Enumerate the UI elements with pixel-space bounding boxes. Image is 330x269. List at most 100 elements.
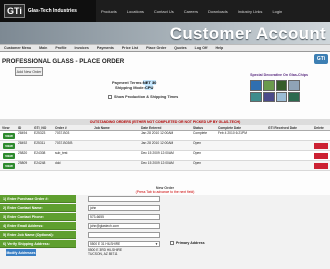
col-date-entered: Date Entered	[141, 125, 162, 130]
table-row: VIEW 28492 E25311 7037-B03/B Jan 28 2010…	[0, 141, 330, 151]
cell-order: 7037-B03	[55, 131, 70, 135]
glass-chip-swatch[interactable]	[275, 80, 288, 91]
menu-log-off[interactable]: Log Off	[191, 46, 212, 50]
delete-order-button[interactable]	[314, 163, 328, 169]
shipping-address-value: 5500 E 31 HILSHIRE	[90, 242, 121, 246]
glass-chip-swatch[interactable]	[250, 91, 262, 102]
page-title: PROFESSIONAL GLASS - PLACE ORDER	[2, 58, 125, 65]
account-banner: Customer Account	[0, 22, 330, 44]
new-order-heading: New Order (Press Tab to advance to the n…	[0, 186, 330, 194]
add-new-order-button[interactable]: Add New Order	[15, 67, 43, 76]
cell-date-entered: Jan 28 2010 12:00AM	[141, 131, 174, 135]
gti-badge: GTi	[314, 54, 328, 64]
contact-phone-label: 3) Enter Contact Phone:	[0, 213, 76, 221]
cell-id: 28494	[18, 131, 28, 135]
modify-addresses-button[interactable]: Modify Addresses	[6, 249, 36, 256]
orders-table-body: VIEW 28494 E25323 7037-B03 Jan 28 2010 1…	[0, 131, 330, 171]
purchase-order-label: 1) Enter Purchase Order #:	[0, 195, 76, 203]
col-view: View	[2, 125, 10, 130]
col-status: Status	[193, 125, 204, 130]
company-logo[interactable]: GTi Glas-Tech Industries	[0, 0, 96, 22]
menu-customer-menu: Customer Menu	[4, 46, 32, 50]
banner-title: Customer Account	[169, 24, 326, 43]
contact-name-input[interactable]: john	[88, 205, 160, 211]
glass-chip-swatch[interactable]	[250, 80, 262, 91]
menu-place-order[interactable]: Place Order	[142, 46, 170, 50]
show-production-checkbox[interactable]	[108, 95, 112, 99]
col-order: Order #	[55, 125, 67, 130]
glass-chip-swatch[interactable]	[262, 91, 275, 102]
cell-id: 28492	[18, 141, 28, 145]
delete-order-button[interactable]	[314, 143, 328, 149]
shipping-mode-value: CPU	[144, 84, 154, 90]
special-decorative-label[interactable]: Special Decorative On Glas-Chips	[250, 73, 308, 77]
cell-status: Open	[193, 141, 202, 145]
contact-phone-input[interactable]: 573-6655	[88, 214, 160, 220]
form-row-contact-name: 2) Enter Contact Name: john	[0, 204, 330, 212]
menu-profile[interactable]: Profile	[51, 46, 70, 50]
primary-address-label: Primary Address	[176, 241, 205, 245]
shipping-address-select[interactable]: 5500 E 31 HILSHIRE ▼	[88, 241, 160, 247]
address-line-2: TUCSON, AZ 85711	[88, 251, 118, 256]
job-name-input[interactable]	[88, 232, 160, 238]
nav-products[interactable]: Products	[96, 9, 122, 14]
nav-locations[interactable]: Locations	[122, 9, 149, 14]
cell-order: ddd	[55, 161, 61, 165]
nav-careers[interactable]: Careers	[179, 9, 203, 14]
menu-main[interactable]: Main	[35, 46, 51, 50]
nav-contact[interactable]: Contact Us	[149, 9, 179, 14]
glass-chip-swatch[interactable]	[275, 91, 288, 102]
cell-order: sub_test	[55, 151, 68, 155]
cell-complete-date: Feb 4 2010 6:21PM	[218, 131, 247, 135]
glass-chip-swatches	[250, 80, 300, 102]
cell-gti-no: E24308	[34, 151, 46, 155]
glass-chip-swatch[interactable]	[288, 91, 300, 102]
glass-chip-swatch[interactable]	[262, 80, 275, 91]
primary-address-checkbox[interactable]	[170, 241, 174, 245]
purchase-order-input[interactable]	[88, 196, 160, 202]
col-received-date: GTI Received Date	[268, 125, 297, 130]
main-nav: Products Locations Contact Us Careers Do…	[96, 0, 287, 22]
delete-order-button[interactable]	[314, 153, 328, 159]
table-row: VIEW 25820 E24308 sub_test Dec 15 2009 1…	[0, 151, 330, 161]
view-order-button[interactable]: VIEW	[3, 133, 15, 139]
menu-invoices[interactable]: Invoices	[71, 46, 93, 50]
job-name-label: 5) Enter Job Name (Optional):	[0, 231, 76, 239]
menu-quotes[interactable]: Quotes	[170, 46, 190, 50]
cell-gti-no: E25311	[34, 141, 46, 145]
chevron-down-icon: ▼	[155, 242, 158, 246]
cell-gti-no: E24248	[34, 161, 46, 165]
form-row-job-name: 5) Enter Job Name (Optional):	[0, 231, 330, 239]
table-row: VIEW 25809 E24248 ddd Dec 15 2009 12:00A…	[0, 161, 330, 171]
cell-id: 25820	[18, 151, 28, 155]
glass-chip-swatch[interactable]	[288, 80, 300, 91]
menu-help[interactable]: Help	[211, 46, 227, 50]
nav-industry-links[interactable]: Industry Links	[233, 9, 268, 14]
primary-address-toggle[interactable]: Primary Address	[170, 241, 205, 245]
nav-login[interactable]: Login	[267, 9, 287, 14]
col-job-name: Job Name	[94, 125, 110, 130]
cell-status: Open	[193, 161, 202, 165]
contact-name-label: 2) Enter Contact Name:	[0, 204, 76, 212]
form-row-email: 4) Enter Email Address: john@glastech.co…	[0, 222, 330, 230]
cell-gti-no: E25323	[34, 131, 46, 135]
view-order-button[interactable]: VIEW	[3, 153, 15, 159]
email-input[interactable]: john@glastech.com	[88, 223, 160, 229]
cell-date-entered: Dec 15 2009 12:00AM	[141, 151, 174, 155]
menu-payments[interactable]: Payments	[93, 46, 118, 50]
menu-price-list[interactable]: Price List	[118, 46, 142, 50]
cell-order: 7037-B03/B	[55, 141, 73, 145]
new-order-hint: (Press Tab to advance to the next field)	[135, 190, 195, 194]
payment-info: Payment Terms:NET 30 Shipping Mode:CPU	[112, 80, 157, 91]
cell-id: 25809	[18, 161, 28, 165]
cell-date-entered: Dec 15 2009 12:00AM	[141, 161, 174, 165]
show-production-toggle[interactable]: Show Production & Shipping Times	[108, 95, 178, 99]
main-content: PROFESSIONAL GLASS - PLACE ORDER GTi Add…	[0, 52, 330, 269]
nav-downloads[interactable]: Downloads	[203, 9, 233, 14]
logo-text: Glas-Tech Industries	[27, 8, 77, 14]
col-gti-no: GTI_NO	[34, 125, 47, 130]
view-order-button[interactable]: VIEW	[3, 163, 15, 169]
shipping-mode-label: Shipping Mode:	[114, 84, 145, 90]
customer-menu-bar: Customer Menu Main Profile Invoices Paym…	[0, 44, 330, 52]
view-order-button[interactable]: VIEW	[3, 143, 15, 149]
